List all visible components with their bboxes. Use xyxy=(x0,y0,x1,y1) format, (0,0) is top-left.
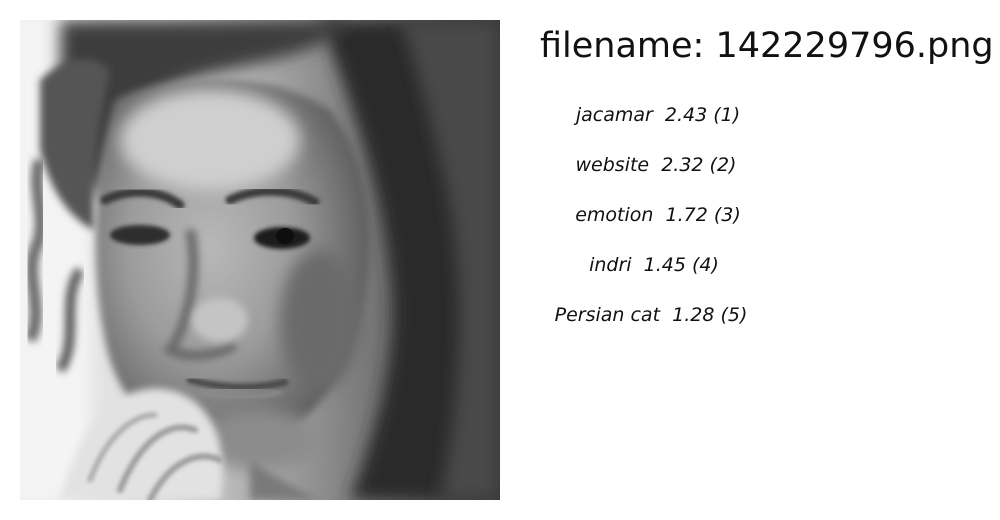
filename-title: filename: 142229796.png xyxy=(540,26,994,66)
portrait-image-drawing xyxy=(20,20,500,500)
prediction-item-1: jacamar 2.43 (1) xyxy=(575,104,741,126)
portrait-image xyxy=(20,20,500,500)
prediction-item-3: emotion 1.72 (3) xyxy=(575,204,741,226)
prediction-item-4: indri 1.45 (4) xyxy=(589,254,719,276)
prediction-item-2: website 2.32 (2) xyxy=(575,154,737,176)
prediction-item-5: Persian cat 1.28 (5) xyxy=(554,304,748,326)
